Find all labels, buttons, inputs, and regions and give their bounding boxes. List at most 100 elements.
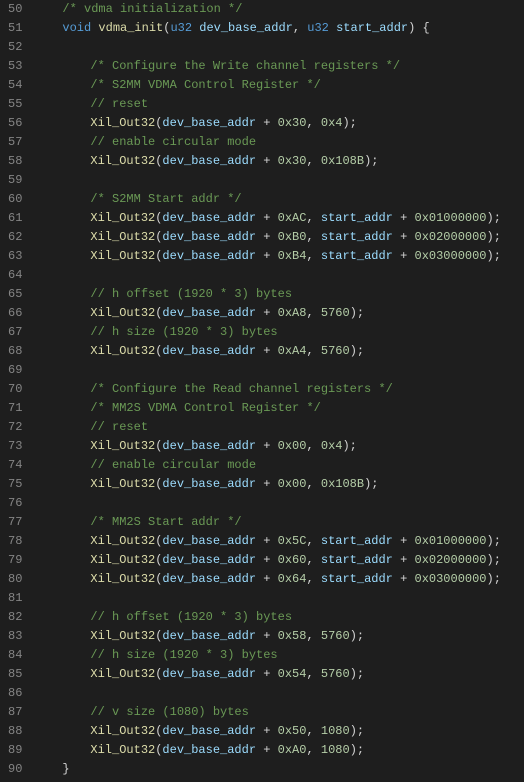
code-line[interactable]: // h size (1920 * 3) bytes [34, 646, 524, 665]
code-line[interactable] [34, 684, 524, 703]
code-line[interactable] [34, 266, 524, 285]
token-num: 1080 [321, 743, 350, 757]
line-number: 53 [8, 57, 22, 76]
token-var: dev_base_addr [162, 724, 256, 738]
line-number: 71 [8, 399, 22, 418]
line-number-gutter: 5051525354555657585960616263646566676869… [0, 0, 34, 779]
code-line[interactable]: Xil_Out32(dev_base_addr + 0x50, 1080); [34, 722, 524, 741]
token-func: Xil_Out32 [90, 306, 155, 320]
token-func: Xil_Out32 [90, 439, 155, 453]
code-line[interactable]: /* Configure the Write channel registers… [34, 57, 524, 76]
token-punc: + [256, 743, 278, 757]
token-punc: ); [350, 724, 364, 738]
code-line[interactable]: Xil_Out32(dev_base_addr + 0xAC, start_ad… [34, 209, 524, 228]
code-line[interactable]: Xil_Out32(dev_base_addr + 0x30, 0x108B); [34, 152, 524, 171]
line-number: 54 [8, 76, 22, 95]
line-number: 88 [8, 722, 22, 741]
code-line[interactable]: Xil_Out32(dev_base_addr + 0xA8, 5760); [34, 304, 524, 323]
code-line[interactable]: /* Configure the Read channel registers … [34, 380, 524, 399]
token-comment: // h size (1920 * 3) bytes [90, 648, 277, 662]
token-comment: // v size (1080) bytes [90, 705, 248, 719]
token-num: 0x01000000 [415, 534, 487, 548]
code-line[interactable] [34, 38, 524, 57]
token-num: 0x02000000 [415, 553, 487, 567]
token-punc: , [306, 230, 320, 244]
token-var: dev_base_addr [162, 154, 256, 168]
token-punc: ); [350, 743, 364, 757]
code-line[interactable]: /* MM2S Start addr */ [34, 513, 524, 532]
token-punc: + [256, 154, 278, 168]
code-editor[interactable]: 5051525354555657585960616263646566676869… [0, 0, 524, 779]
token-punc: ); [342, 116, 356, 130]
code-line[interactable]: Xil_Out32(dev_base_addr + 0x60, start_ad… [34, 551, 524, 570]
code-line[interactable]: // h offset (1920 * 3) bytes [34, 608, 524, 627]
code-line[interactable]: Xil_Out32(dev_base_addr + 0x5C, start_ad… [34, 532, 524, 551]
token-punc: , [306, 477, 320, 491]
token-punc: ); [364, 154, 378, 168]
code-line[interactable] [34, 589, 524, 608]
code-line[interactable] [34, 171, 524, 190]
code-line[interactable]: /* MM2S VDMA Control Register */ [34, 399, 524, 418]
code-line[interactable]: /* S2MM Start addr */ [34, 190, 524, 209]
code-line[interactable]: /* vdma initialization */ [34, 0, 524, 19]
token-comment: /* Configure the Read channel registers … [90, 382, 392, 396]
token-punc: , [306, 116, 320, 130]
token-comment: // h offset (1920 * 3) bytes [90, 610, 292, 624]
token-num: 0xA4 [278, 344, 307, 358]
token-punc: ); [364, 477, 378, 491]
token-func: Xil_Out32 [90, 211, 155, 225]
line-number: 74 [8, 456, 22, 475]
code-line[interactable] [34, 494, 524, 513]
token-punc: + [256, 724, 278, 738]
token-num: 0x58 [278, 629, 307, 643]
code-line[interactable] [34, 361, 524, 380]
line-number: 72 [8, 418, 22, 437]
code-area[interactable]: /* vdma initialization */void vdma_init(… [34, 0, 524, 779]
token-comment: // enable circular mode [90, 135, 256, 149]
token-var: dev_base_addr [162, 667, 256, 681]
token-var: dev_base_addr [162, 306, 256, 320]
token-var: dev_base_addr [162, 629, 256, 643]
token-var: start_addr [321, 211, 393, 225]
token-param: dev_base_addr [199, 21, 293, 35]
token-var: dev_base_addr [162, 477, 256, 491]
line-number: 70 [8, 380, 22, 399]
line-number: 84 [8, 646, 22, 665]
code-line[interactable]: Xil_Out32(dev_base_addr + 0x30, 0x4); [34, 114, 524, 133]
code-line[interactable]: Xil_Out32(dev_base_addr + 0x58, 5760); [34, 627, 524, 646]
code-line[interactable]: void vdma_init(u32 dev_base_addr, u32 st… [34, 19, 524, 38]
code-line[interactable]: Xil_Out32(dev_base_addr + 0xB4, start_ad… [34, 247, 524, 266]
token-type: u32 [307, 21, 329, 35]
code-line[interactable]: Xil_Out32(dev_base_addr + 0xA4, 5760); [34, 342, 524, 361]
line-number: 61 [8, 209, 22, 228]
code-line[interactable]: Xil_Out32(dev_base_addr + 0x00, 0x4); [34, 437, 524, 456]
code-line[interactable]: Xil_Out32(dev_base_addr + 0x64, start_ad… [34, 570, 524, 589]
line-number: 62 [8, 228, 22, 247]
code-line[interactable]: // h size (1920 * 3) bytes [34, 323, 524, 342]
token-punc: + [256, 344, 278, 358]
code-line[interactable]: // enable circular mode [34, 456, 524, 475]
code-line[interactable]: // v size (1080) bytes [34, 703, 524, 722]
line-number: 57 [8, 133, 22, 152]
token-func: Xil_Out32 [90, 572, 155, 586]
token-punc: + [256, 306, 278, 320]
code-line[interactable]: Xil_Out32(dev_base_addr + 0x00, 0x108B); [34, 475, 524, 494]
code-line[interactable]: // reset [34, 95, 524, 114]
code-line[interactable]: /* S2MM VDMA Control Register */ [34, 76, 524, 95]
code-line[interactable]: Xil_Out32(dev_base_addr + 0xB0, start_ad… [34, 228, 524, 247]
token-num: 0x60 [278, 553, 307, 567]
line-number: 68 [8, 342, 22, 361]
code-line[interactable]: Xil_Out32(dev_base_addr + 0xA0, 1080); [34, 741, 524, 760]
code-line[interactable]: // enable circular mode [34, 133, 524, 152]
line-number: 90 [8, 760, 22, 779]
code-line[interactable]: // reset [34, 418, 524, 437]
code-line[interactable]: Xil_Out32(dev_base_addr + 0x54, 5760); [34, 665, 524, 684]
code-line[interactable]: // h offset (1920 * 3) bytes [34, 285, 524, 304]
token-var: dev_base_addr [162, 211, 256, 225]
token-num: 5760 [321, 306, 350, 320]
token-punc [329, 21, 336, 35]
code-line[interactable]: } [34, 760, 524, 779]
token-punc: + [393, 534, 415, 548]
token-punc: + [256, 230, 278, 244]
token-var: start_addr [321, 230, 393, 244]
